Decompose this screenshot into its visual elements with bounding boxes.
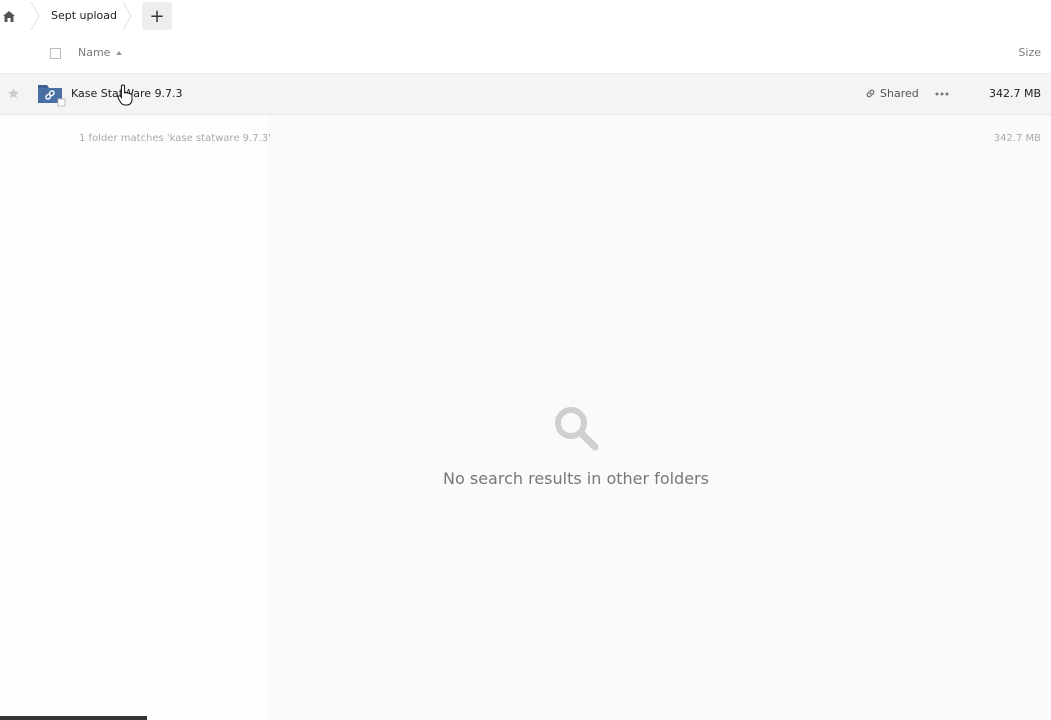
add-new-button[interactable]: + — [142, 2, 172, 30]
empty-results-panel — [268, 114, 1051, 720]
link-icon — [866, 89, 875, 98]
loading-progress-bar — [0, 716, 1051, 720]
breadcrumb-separator-icon — [122, 2, 132, 30]
add-icon: + — [149, 5, 165, 27]
select-all-checkbox[interactable] — [50, 48, 61, 59]
name-header-label: Name — [78, 46, 111, 59]
sort-ascending-icon — [116, 51, 123, 55]
size-column-header[interactable]: Size — [1018, 46, 1041, 59]
breadcrumb: Sept upload + — [0, 0, 1051, 32]
search-icon — [555, 407, 599, 451]
shared-indicator[interactable]: Shared — [865, 87, 919, 100]
breadcrumb-current[interactable]: Sept upload — [51, 8, 117, 24]
name-column-header[interactable]: Name — [78, 46, 123, 59]
star-icon[interactable] — [7, 87, 20, 100]
shared-folder-icon[interactable] — [38, 83, 66, 107]
summary-size: 342.7 MB — [993, 133, 1041, 144]
empty-state-message: No search results in other folders — [443, 469, 709, 488]
search-summary: 1 folder matches 'kase statware 9.7.3' — [79, 133, 271, 144]
file-size: 342.7 MB — [988, 87, 1041, 100]
left-panel — [0, 114, 268, 720]
breadcrumb-separator-icon — [30, 2, 40, 30]
home-icon[interactable] — [0, 4, 18, 28]
shared-label: Shared — [880, 87, 919, 100]
more-icon[interactable] — [934, 87, 950, 101]
progress-fill — [0, 716, 148, 720]
file-list-header: Name Size — [0, 32, 1051, 74]
table-row[interactable]: Kase StatWare 9.7.3 Shared 342.7 MB — [0, 74, 1051, 115]
hand-cursor-icon — [117, 84, 133, 106]
